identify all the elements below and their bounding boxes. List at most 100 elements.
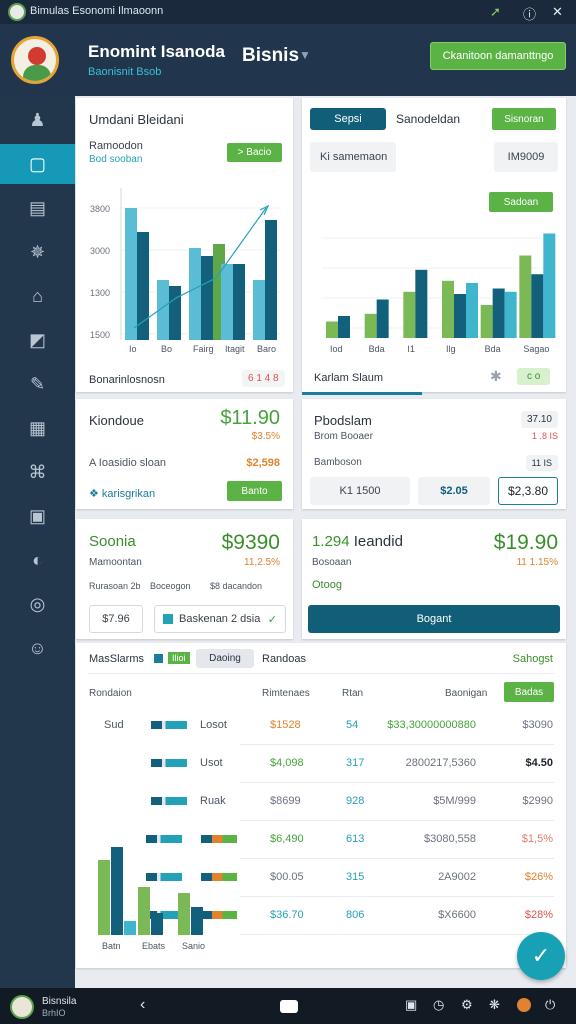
- chart-bar: [376, 299, 389, 338]
- tab-label[interactable]: Randoas: [262, 653, 306, 665]
- tab-chip[interactable]: Ilioi: [168, 652, 190, 664]
- row-total: $1,5%: [521, 833, 553, 845]
- sidebar-item-folder[interactable]: ▤: [0, 188, 75, 228]
- user-name: Bisnsila: [42, 996, 77, 1007]
- card-subtitle: Brom Booaer: [314, 431, 373, 442]
- total-box[interactable]: $2,3.80: [498, 477, 558, 505]
- row-legend-swatch: [151, 759, 187, 767]
- power-icon[interactable]: ⏻: [545, 997, 555, 1013]
- card-action-button[interactable]: Banto: [227, 481, 282, 501]
- filter-input[interactable]: Ki samemaon: [310, 142, 396, 172]
- sidebar-item-user[interactable]: ♟: [0, 100, 75, 140]
- dashboard-icon: ▢: [28, 153, 46, 174]
- amount-input[interactable]: K1 1500: [310, 477, 410, 505]
- row-total: $4.50: [525, 757, 553, 769]
- sidebar-item-profile[interactable]: ☺: [0, 628, 75, 668]
- sidebar-item-settings[interactable]: ✵: [0, 232, 75, 272]
- sidebar-item-analytics[interactable]: ⌘: [0, 452, 75, 492]
- tab-button[interactable]: Daoing: [196, 649, 254, 668]
- chart-bar: [169, 286, 181, 340]
- check-icon: ✓: [531, 943, 551, 968]
- row-code: $3080,558: [424, 833, 476, 845]
- card-change: $3.5%: [251, 431, 280, 442]
- tab-button[interactable]: Sisnoran: [492, 108, 556, 130]
- table-row[interactable]: Usot $4,098 317 2800217,5360 $4.50: [76, 745, 566, 783]
- chip-1: 37.10: [520, 411, 558, 428]
- sidebar-item-puzzle[interactable]: ▣: [0, 496, 75, 536]
- card-action-button-2[interactable]: Sadoan: [489, 192, 553, 212]
- card-change: 11 1.15%: [516, 557, 558, 568]
- folder-icon: ▤: [28, 197, 46, 218]
- chart-bar: [338, 316, 350, 338]
- label-a: Rurasoan 2b: [89, 581, 141, 591]
- sidebar-item-chart[interactable]: ◩: [0, 320, 75, 360]
- value-box[interactable]: $7.96: [89, 605, 143, 633]
- window-icon[interactable]: ▣: [405, 997, 417, 1013]
- close-icon[interactable]: ✕: [552, 4, 563, 20]
- badge-selector[interactable]: Baskenan 2 dsia ✓: [154, 605, 286, 633]
- x-tick-label: Sagao: [523, 344, 549, 354]
- business-selector[interactable]: Bisnis: [242, 45, 299, 67]
- sidebar-item-home[interactable]: ⌂: [0, 276, 75, 316]
- header-cta-button[interactable]: Ckanitoon damanttngo: [430, 42, 566, 70]
- card-subtitle-2: Bod sooban: [89, 154, 143, 165]
- card-link[interactable]: Otoog: [312, 579, 342, 591]
- home-icon[interactable]: [280, 1000, 298, 1013]
- clock-icon[interactable]: ◷: [433, 997, 444, 1013]
- tab-2[interactable]: Sanodeldan: [396, 112, 460, 126]
- chart-bar: [111, 847, 123, 935]
- brand-subtitle: Baonisnit Bsob: [88, 66, 162, 78]
- row-code: $33,30000000880: [387, 719, 476, 731]
- x-tick-label: Iod: [330, 344, 343, 354]
- card-title: Pbodslam: [314, 413, 372, 428]
- taskbar: Bisnsila BrhIO ‹ ▣ ◷ ⚙ ❋ ⏻: [0, 988, 576, 1024]
- column-header: Rtan: [342, 688, 364, 699]
- chart-bar: [138, 887, 150, 935]
- row-qty: 54: [346, 719, 359, 731]
- card-action-button[interactable]: > Bacio: [227, 143, 282, 162]
- y-tick-label: 3000: [90, 246, 110, 256]
- x-tick-label: Baro: [257, 344, 276, 354]
- sidebar-item-dashboard[interactable]: ▢: [0, 144, 75, 184]
- label-c: $8 dacandon: [210, 581, 263, 591]
- check-icon: ✓: [267, 613, 277, 626]
- user-icon: ♟: [29, 109, 46, 130]
- brand-avatar[interactable]: [11, 36, 59, 84]
- y-tick-label: 3800: [90, 204, 110, 214]
- table-row[interactable]: Ruak $8699 928 $5M/999 $2990: [76, 783, 566, 821]
- column-header: Baonigan: [445, 688, 488, 699]
- chevron-down-icon[interactable]: ▼: [299, 48, 311, 62]
- row-value: $2,598: [246, 457, 280, 469]
- settings-icon[interactable]: ⚙: [461, 997, 473, 1013]
- gear-icon[interactable]: ❋: [489, 997, 500, 1013]
- color-swatch: [163, 614, 173, 624]
- primary-button[interactable]: Bogant: [308, 605, 560, 633]
- x-tick-label: Fairg: [193, 344, 214, 354]
- notification-icon[interactable]: [517, 998, 531, 1012]
- card-change: 11,2.5%: [244, 557, 280, 568]
- chart-bar: [531, 274, 544, 338]
- action-link[interactable]: Sahogst: [513, 653, 553, 665]
- user-avatar[interactable]: [10, 995, 34, 1019]
- row-legend-swatch: [151, 721, 187, 729]
- card-link[interactable]: ❖ karisgrikan: [89, 487, 155, 500]
- sidebar-item-calendar[interactable]: ▦: [0, 408, 75, 448]
- sidebar-item-lock[interactable]: ◎: [0, 584, 75, 624]
- fab-check-button[interactable]: ✓: [517, 932, 565, 980]
- row-total: $2990: [522, 795, 553, 807]
- x-tick-label: Itagit: [225, 344, 245, 354]
- chart-bar: [178, 893, 190, 935]
- column-header-button[interactable]: Badas: [504, 682, 554, 702]
- table-row[interactable]: Sud Losot $1528 54 $33,30000000880 $3090: [76, 707, 566, 745]
- info-icon[interactable]: ⓘ: [523, 4, 536, 23]
- row-total: $28%: [524, 909, 553, 921]
- tab-active[interactable]: Sepsi: [310, 108, 386, 130]
- footer-badge: c o: [517, 368, 551, 385]
- sidebar-item-edit[interactable]: ✎: [0, 364, 75, 404]
- window-title: Bimulas Esonomi Ilmaoonn: [30, 5, 164, 17]
- pin-icon[interactable]: ➚: [490, 4, 501, 20]
- settings-icon: ✵: [29, 241, 46, 262]
- back-icon[interactable]: ‹: [140, 996, 145, 1014]
- calendar-icon: ▦: [28, 417, 46, 438]
- sidebar-item-help[interactable]: ◐: [0, 540, 75, 580]
